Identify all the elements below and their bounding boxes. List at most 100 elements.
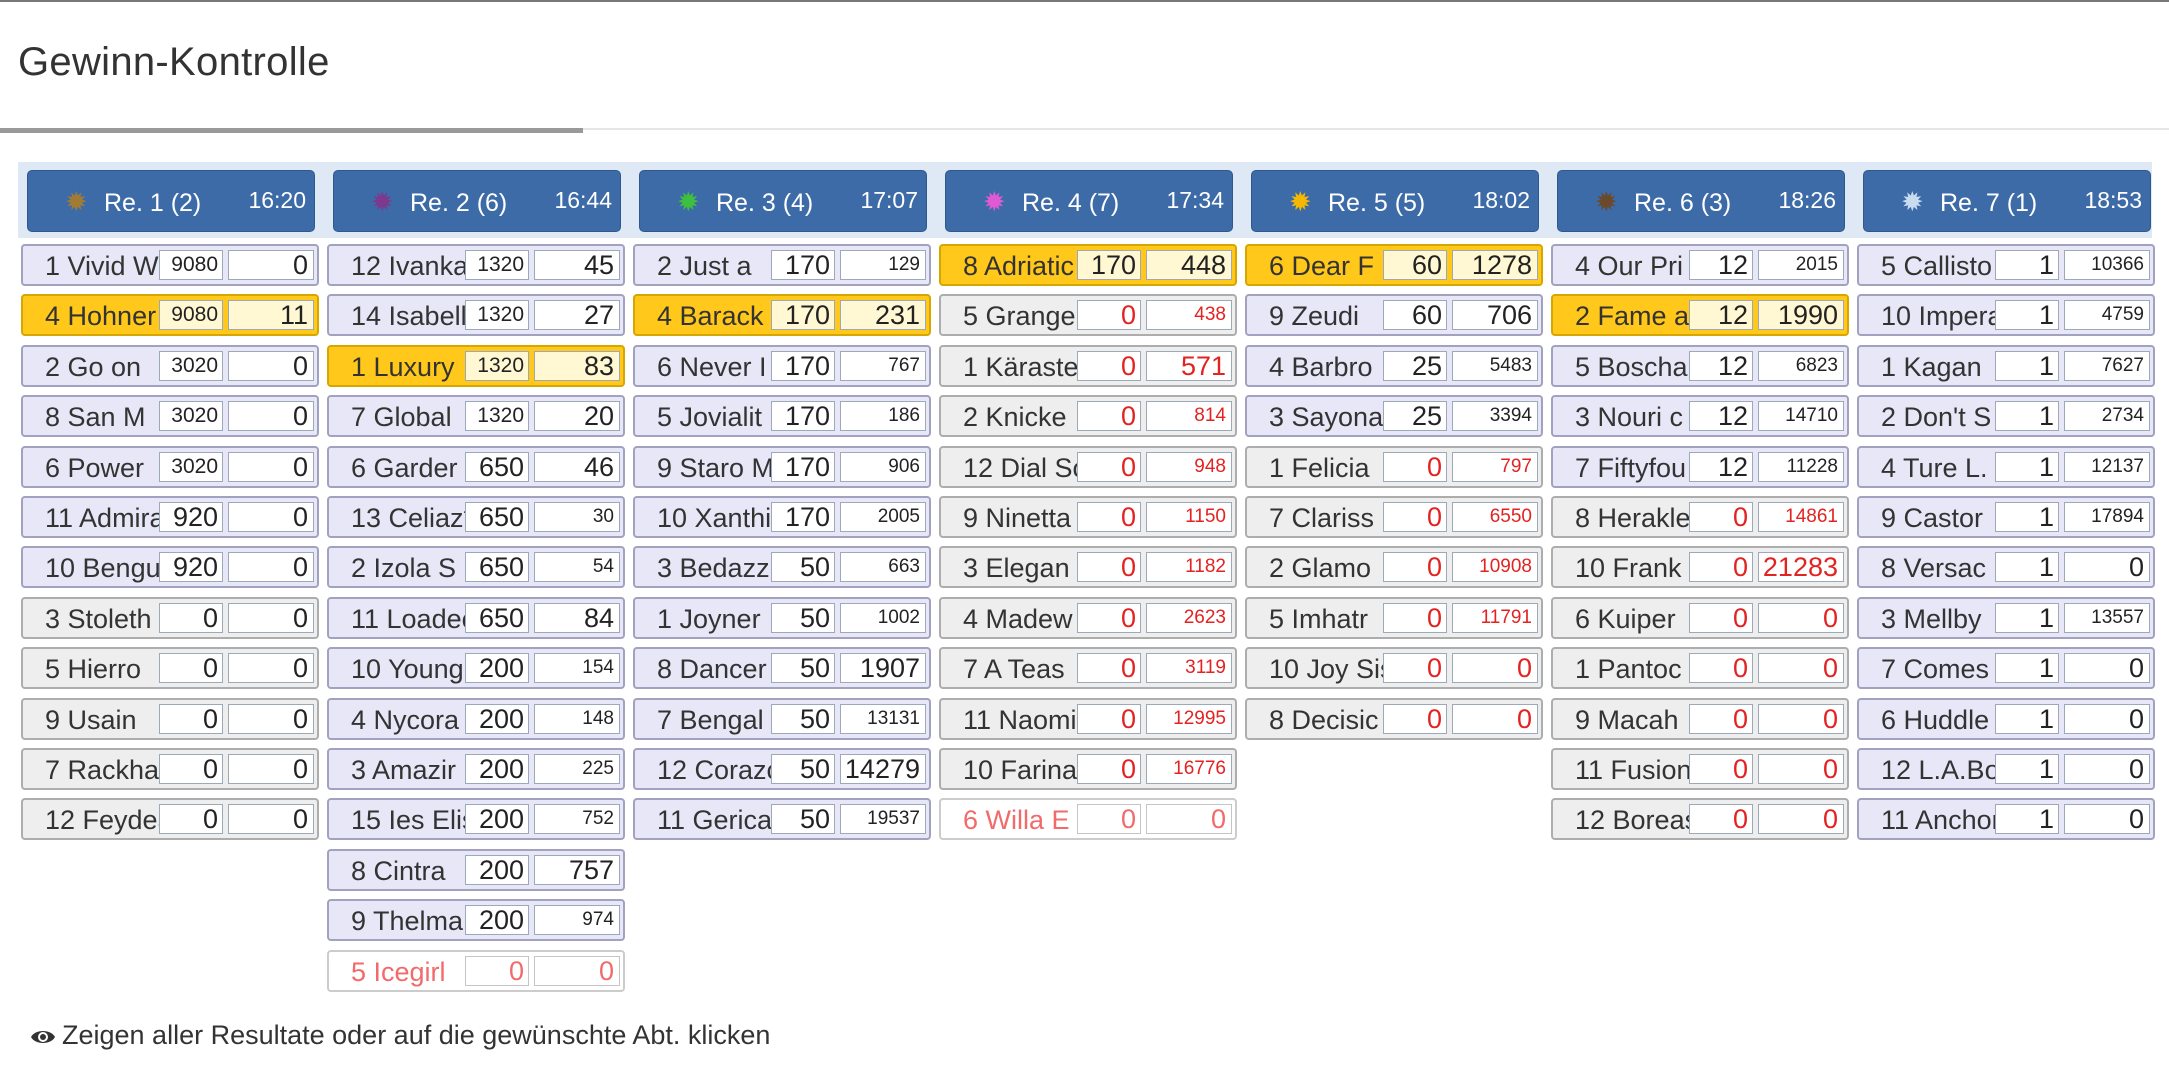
horse-row[interactable]: 3 Elegan 0 1182 xyxy=(939,546,1237,589)
horse-row[interactable]: 9 Thelma 200 974 xyxy=(327,899,625,942)
odds-field: 60 xyxy=(1383,300,1447,331)
horse-row[interactable]: 2 Glamo 0 10908 xyxy=(1245,546,1543,589)
horse-row[interactable]: 5 Imhatr 0 11791 xyxy=(1245,596,1543,639)
horse-row[interactable]: 1 Felicia 0 797 xyxy=(1245,445,1543,488)
horse-row[interactable]: 10 Impera 1 4759 xyxy=(1857,294,2155,337)
horse-row[interactable]: 2 Just a 170 129 xyxy=(633,244,931,286)
horse-row[interactable]: 3 Sayona 25 3394 xyxy=(1245,395,1543,438)
horse-row[interactable]: 10 Frank S021283 xyxy=(1551,546,1849,589)
horse-row[interactable]: 5 Icegirl 0 0 xyxy=(327,949,625,992)
horse-row[interactable]: 10 Xanthis1702005 xyxy=(633,496,931,538)
horse-row[interactable]: 7 Comes 1 0 xyxy=(1857,647,2155,690)
horse-row[interactable]: 9 Usain 0 0 xyxy=(21,697,319,740)
horse-row[interactable]: 15 Ies Elis 200 752 xyxy=(327,798,625,841)
horse-row[interactable]: 13 Celiaz* 650 30 xyxy=(327,496,625,538)
horse-row[interactable]: 1 Käraste 0 571 xyxy=(939,344,1237,387)
horse-row[interactable]: 6 Willa E00 xyxy=(939,798,1237,841)
horse-row[interactable]: 3 Amazir 200 225 xyxy=(327,748,625,790)
race-header[interactable]: ✹ Re. 4 (7) 17:34 xyxy=(945,170,1233,232)
horse-row[interactable]: 2 Fame a 12 1990 xyxy=(1551,294,1849,337)
horse-row[interactable]: 6 Garder 650 46 xyxy=(327,445,625,488)
horse-row[interactable]: 12 Boreas 0 0 xyxy=(1551,798,1849,841)
horse-row[interactable]: 10 Joy Sis 0 0 xyxy=(1245,647,1543,690)
horse-row[interactable]: 1 Vivid W 9080 0 xyxy=(21,244,319,286)
race-header[interactable]: ✹ Re. 6 (3) 18:26 xyxy=(1557,170,1845,232)
horse-row[interactable]: 7 Rackha 0 0 xyxy=(21,748,319,790)
horse-row[interactable]: 7 Clariss 0 6550 xyxy=(1245,496,1543,538)
horse-row[interactable]: 8 Adriatic 170 448 xyxy=(939,244,1237,286)
horse-name: 11 Loadec xyxy=(351,603,465,634)
horse-row[interactable]: 7 Global 1320 20 xyxy=(327,395,625,438)
horse-row[interactable]: 7 A Teas 0 3119 xyxy=(939,647,1237,690)
horse-row[interactable]: 8 Herakle 0 14861 xyxy=(1551,496,1849,538)
horse-row[interactable]: 3 Stoleth 0 0 xyxy=(21,596,319,639)
horse-row[interactable]: 11 Anchor 1 0 xyxy=(1857,798,2155,841)
race-header[interactable]: ✹ Re. 1 (2) 16:20 xyxy=(27,170,315,232)
horse-row[interactable]: 6 Dear F 60 1278 xyxy=(1245,244,1543,286)
horse-row[interactable]: 2 Don't S 1 2734 xyxy=(1857,395,2155,438)
horse-row[interactable]: 4 Nycora 200 148 xyxy=(327,697,625,740)
horse-row[interactable]: 6 Huddle 1 0 xyxy=(1857,697,2155,740)
horse-row[interactable]: 2 Go on 3020 0 xyxy=(21,344,319,387)
horse-row[interactable]: 5 Callisto 1 10366 xyxy=(1857,244,2155,286)
horse-row[interactable]: 9 Zeudi 60 706 xyxy=(1245,294,1543,337)
horse-row[interactable]: 10 Young 200 154 xyxy=(327,647,625,690)
horse-row[interactable]: 12 L.A.Bo 1 0 xyxy=(1857,748,2155,790)
horse-row[interactable]: 9 Macah 0 0 xyxy=(1551,697,1849,740)
horse-row[interactable]: 4 Madew 0 2623 xyxy=(939,596,1237,639)
horse-row[interactable]: 1 Kagan 1 7627 xyxy=(1857,344,2155,387)
horse-row[interactable]: 12 Ivanka 1320 45 xyxy=(327,244,625,286)
horse-row[interactable]: 8 Versac 1 0 xyxy=(1857,546,2155,589)
horse-row[interactable]: 4 Ture L. 1 12137 xyxy=(1857,445,2155,488)
horse-row[interactable]: 2 Izola S 650 54 xyxy=(327,546,625,589)
horse-row[interactable]: 5 Boscha 12 6823 xyxy=(1551,344,1849,387)
odds-field: 0 xyxy=(159,754,223,784)
horse-row[interactable]: 4 Hohner 9080 11 xyxy=(21,294,319,337)
horse-row[interactable]: 11 Gerical 50 19537 xyxy=(633,798,931,841)
horse-row[interactable]: 9 Ninetta 0 1150 xyxy=(939,496,1237,538)
horse-row[interactable]: 11 Fusion 0 0 xyxy=(1551,748,1849,790)
horse-row[interactable]: 2 Knicke 0 814 xyxy=(939,395,1237,438)
horse-row[interactable]: 12 Dial Sc 0 948 xyxy=(939,445,1237,488)
stake-field: 2005 xyxy=(840,502,926,532)
horse-row[interactable]: 14 Isabelle132027 xyxy=(327,294,625,337)
horse-row[interactable]: 10 Bengu 920 0 xyxy=(21,546,319,589)
horse-row[interactable]: 8 Dancer 50 1907 xyxy=(633,647,931,690)
race-header[interactable]: ✹ Re. 3 (4) 17:07 xyxy=(639,170,927,232)
stake-field: 3394 xyxy=(1452,401,1538,432)
horse-row[interactable]: 8 Cintra 200 757 xyxy=(327,848,625,891)
horse-row[interactable]: 8 San M 3020 0 xyxy=(21,395,319,438)
horse-row[interactable]: 4 Our Pri 12 2015 xyxy=(1551,244,1849,286)
horse-row[interactable]: 6 Never I 170 767 xyxy=(633,344,931,387)
horse-row[interactable]: 7 Bengal 50 13131 xyxy=(633,697,931,740)
horse-row[interactable]: 3 Mellby 1 13557 xyxy=(1857,596,2155,639)
horse-row[interactable]: 1 Joyner 50 1002 xyxy=(633,596,931,639)
race-header[interactable]: ✹ Re. 7 (1) 18:53 xyxy=(1863,170,2151,232)
horse-row[interactable]: 4 Barbro 25 5483 xyxy=(1245,344,1543,387)
horse-row[interactable]: 3 Nouri c 12 14710 xyxy=(1551,395,1849,438)
horse-row[interactable]: 6 Power 3020 0 xyxy=(21,445,319,488)
horse-row[interactable]: 3 Bedazz 50 663 xyxy=(633,546,931,589)
race-header[interactable]: ✹ Re. 2 (6) 16:44 xyxy=(333,170,621,232)
horse-row[interactable]: 5 Hierro 0 0 xyxy=(21,647,319,690)
horse-row[interactable]: 7 Fiftyfou 12 11228 xyxy=(1551,445,1849,488)
horse-row[interactable]: 12 Feydea00 xyxy=(21,798,319,841)
horse-row[interactable]: 10 Farina 0 16776 xyxy=(939,748,1237,790)
horse-row[interactable]: 9 Castor 1 17894 xyxy=(1857,496,2155,538)
horse-row[interactable]: 5 Jovialit 170 186 xyxy=(633,395,931,438)
horse-row[interactable]: 6 Kuiper 0 0 xyxy=(1551,596,1849,639)
horse-row[interactable]: 11 Admira 920 0 xyxy=(21,496,319,538)
horse-row[interactable]: 8 Decisic 0 0 xyxy=(1245,697,1543,740)
horse-row[interactable]: 11 Loadec 650 84 xyxy=(327,596,625,639)
horse-row[interactable]: 1 Pantoc 0 0 xyxy=(1551,647,1849,690)
stake-field: 0 xyxy=(228,653,314,684)
horse-row[interactable]: 9 Staro M 170 906 xyxy=(633,445,931,488)
horse-row[interactable]: 11 Naomi 0 12995 xyxy=(939,697,1237,740)
race-header[interactable]: ✹ Re. 5 (5) 18:02 xyxy=(1251,170,1539,232)
horse-row[interactable]: 12 Corazc 50 14279 xyxy=(633,748,931,790)
footer-hint[interactable]: Zeigen aller Resultate oder auf die gewü… xyxy=(30,1020,770,1054)
horse-row[interactable]: 1 Luxury 1320 83 xyxy=(327,344,625,387)
horse-row[interactable]: 5 Grange 0 438 xyxy=(939,294,1237,337)
horse-row[interactable]: 4 Barack 170 231 xyxy=(633,294,931,337)
stake-field: 16776 xyxy=(1146,754,1232,784)
